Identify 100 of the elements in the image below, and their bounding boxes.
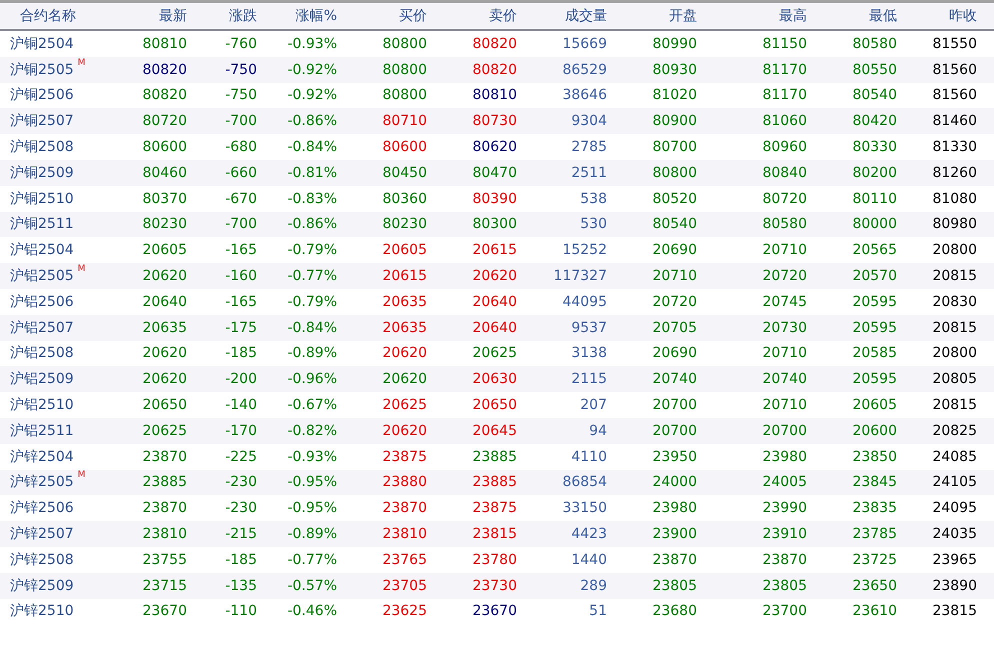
- table-cell-text: 20605: [851, 397, 897, 414]
- column-header[interactable]: 卖价: [427, 7, 517, 25]
- table-cell-text: 80810: [141, 36, 187, 52]
- contract-name: 沪铝2505: [10, 267, 74, 286]
- table-cell-text: -170: [224, 422, 257, 439]
- table-cell-text: 80390: [471, 190, 517, 207]
- table-cell-text: 81330: [931, 139, 977, 156]
- table-cell-text: 81560: [931, 62, 977, 78]
- table-cell-text: 23890: [931, 578, 977, 594]
- table-cell-text: 23870: [381, 500, 427, 516]
- column-header[interactable]: 合约名称: [0, 7, 120, 25]
- table-cell-text: 20800: [931, 345, 977, 362]
- column-header[interactable]: 最高: [697, 7, 807, 25]
- table-cell-text: 80930: [651, 62, 697, 78]
- table-cell-text: -200: [224, 371, 257, 388]
- table-cell-text: 20640: [141, 294, 187, 310]
- table-cell-text: 24085: [931, 448, 977, 465]
- table-cell-text: -0.81%: [286, 164, 337, 181]
- table-cell-text: 80540: [851, 87, 897, 104]
- table-cell-text: 20815: [931, 397, 977, 414]
- table-cell-text: 33150: [561, 500, 607, 516]
- table-cell-text: 20620: [381, 371, 427, 388]
- table-cell-text: 20630: [471, 371, 517, 388]
- table-cell-text: 80840: [761, 164, 807, 181]
- table-cell-text: 80800: [381, 87, 427, 104]
- table-cell-text: 20635: [141, 320, 187, 336]
- table-cell-text: 80520: [651, 190, 697, 207]
- table-cell-text: -0.79%: [286, 242, 337, 258]
- table-cell-text: 23885: [141, 474, 187, 490]
- table-cell-text: 20650: [471, 397, 517, 414]
- table-cell-text: -160: [224, 268, 257, 284]
- table-cell-text: -0.77%: [286, 268, 337, 284]
- table-cell-text: -0.86%: [286, 216, 337, 232]
- table-cell-text: 20815: [931, 320, 977, 336]
- table-cell-text: 80540: [651, 216, 697, 232]
- table-cell-text: -660: [224, 164, 257, 181]
- column-header[interactable]: 最低: [807, 7, 897, 25]
- contract-name: 沪锌2508: [10, 550, 74, 569]
- table-cell-text: 80300: [471, 216, 517, 232]
- table-cell-text: 2115: [570, 371, 607, 388]
- contract-name: 沪铜2508: [10, 138, 74, 156]
- table-cell-text: 80450: [381, 164, 427, 181]
- table-cell-text: 23670: [471, 603, 517, 620]
- table-cell-text: 80710: [381, 113, 427, 130]
- table-cell-text: -0.84%: [286, 320, 337, 336]
- table-cell-text: 23870: [761, 552, 807, 568]
- table-cell-text: 538: [579, 190, 607, 207]
- table-cell-text: 20620: [381, 345, 427, 362]
- table-cell-text: -0.83%: [286, 190, 337, 207]
- table-cell-text: 23785: [851, 526, 897, 542]
- column-header[interactable]: 买价: [337, 7, 427, 25]
- table-cell-text: 20825: [931, 422, 977, 439]
- table-cell-text: 80800: [651, 164, 697, 181]
- column-header[interactable]: 成交量: [517, 7, 607, 25]
- table-cell-text: 23755: [141, 552, 187, 568]
- table-cell-text: -0.95%: [286, 474, 337, 490]
- table-cell-text: 80600: [381, 139, 427, 156]
- column-header[interactable]: 昨收: [897, 7, 977, 25]
- column-header[interactable]: 最新: [120, 7, 187, 25]
- table-cell-text: 20595: [851, 320, 897, 336]
- table-cell-text: 20625: [381, 397, 427, 414]
- table-cell-text: 23900: [651, 526, 697, 542]
- table-cell-text: -670: [224, 190, 257, 207]
- column-header[interactable]: 开盘: [607, 7, 697, 25]
- table-cell-text: 80810: [471, 87, 517, 104]
- table-cell-text: -110: [224, 603, 257, 620]
- table-cell-text: -0.89%: [286, 345, 337, 362]
- table-cell-text: -0.77%: [286, 552, 337, 568]
- main-contract-tag: M: [78, 471, 86, 480]
- column-header[interactable]: 涨跌: [187, 7, 257, 25]
- table-cell-text: 86854: [561, 474, 607, 490]
- table-cell-text: 80600: [141, 139, 187, 156]
- table-cell-text: 15669: [561, 36, 607, 52]
- table-cell-text: 80800: [381, 36, 427, 52]
- table-cell-text: 20690: [651, 345, 697, 362]
- table-cell-text: 23870: [141, 500, 187, 516]
- table-cell-text: 20830: [931, 294, 977, 310]
- table-cell-text: -750: [224, 87, 257, 104]
- table-cell-text: 23680: [651, 603, 697, 620]
- contract-name: 沪铝2510: [10, 396, 74, 414]
- table-cell-text: 80800: [381, 62, 427, 78]
- table-cell-text: 23880: [381, 474, 427, 490]
- contract-name: 沪铝2504: [10, 241, 74, 260]
- contract-name: 沪铝2506: [10, 292, 74, 311]
- table-cell-text: 94: [588, 422, 607, 439]
- table-cell-text: 4110: [570, 448, 607, 465]
- contract-name: 沪铜2510: [10, 190, 74, 208]
- table-cell-text: 20635: [381, 294, 427, 310]
- table-cell-text: 20625: [141, 422, 187, 439]
- table-cell-text: 23805: [651, 578, 697, 594]
- table-cell-text: 23610: [851, 603, 897, 620]
- table-cell-text: 20595: [851, 294, 897, 310]
- table-cell-text: 9304: [570, 113, 607, 130]
- table-cell-text: 20740: [651, 371, 697, 388]
- table-cell-text: 81550: [931, 36, 977, 52]
- table-cell-text: 80900: [651, 113, 697, 130]
- column-header[interactable]: 涨幅%: [257, 7, 337, 25]
- main-contract-tag: M: [78, 58, 86, 68]
- table-cell-text: 15252: [561, 242, 607, 258]
- table-cell-text: -0.89%: [286, 526, 337, 542]
